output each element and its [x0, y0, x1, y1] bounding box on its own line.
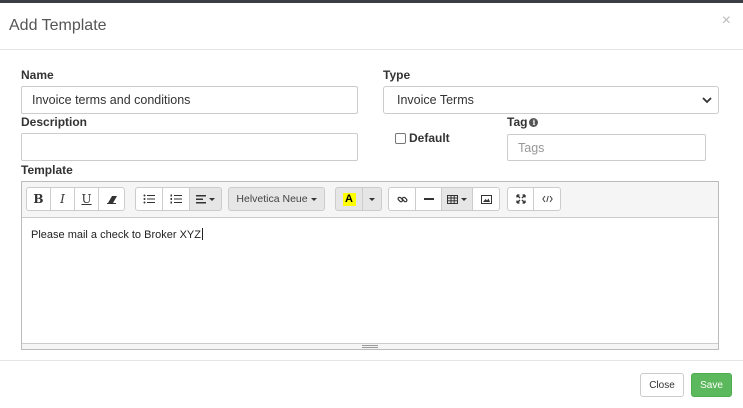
chevron-down-icon: [702, 97, 712, 104]
chevron-down-icon: [310, 197, 317, 201]
link-icon: [396, 196, 408, 202]
font-name-dropdown[interactable]: Helvetica Neue: [228, 187, 325, 211]
picture-icon: [480, 194, 492, 204]
tag-label-wrap: Tag i: [507, 115, 539, 129]
default-checkbox[interactable]: [395, 132, 406, 144]
info-icon: i: [529, 118, 539, 127]
template-editor: B I U Helvetica Neue A Please mail a che…: [21, 181, 719, 350]
type-label: Type: [383, 68, 411, 82]
close-icon[interactable]: ×: [722, 13, 731, 29]
description-label: Description: [21, 115, 88, 129]
editor-content-area[interactable]: Please mail a check to Broker XYZ: [22, 218, 718, 343]
highlight-color-icon: A: [342, 192, 356, 206]
tags-input[interactable]: Tags: [507, 134, 706, 161]
paragraph-align-icon: [196, 194, 206, 203]
link-button[interactable]: [388, 187, 416, 211]
chevron-down-icon: [369, 197, 375, 201]
description-input[interactable]: [21, 133, 358, 161]
grip-icon: [362, 345, 378, 349]
type-select[interactable]: Invoice Terms: [383, 86, 719, 114]
ordered-list-icon: [170, 194, 182, 204]
chevron-down-icon: [209, 197, 215, 201]
horizontal-rule-button[interactable]: [415, 187, 442, 211]
eraser-icon: [106, 196, 117, 204]
default-label: Default: [409, 131, 450, 145]
color-button-group: A: [335, 187, 382, 211]
editor-toolbar: B I U Helvetica Neue A: [22, 182, 718, 218]
ordered-list-button[interactable]: [162, 187, 190, 211]
name-input[interactable]: Invoice terms and conditions: [21, 86, 358, 114]
editor-resize-handle[interactable]: [22, 343, 718, 349]
code-view-icon: [541, 195, 553, 203]
picture-button[interactable]: [472, 187, 500, 211]
highlight-color-button[interactable]: A: [335, 187, 363, 211]
bold-button[interactable]: B: [26, 187, 51, 211]
text-cursor: [201, 228, 203, 240]
view-button-group: [507, 187, 561, 211]
editor-text: Please mail a check to Broker XYZ: [31, 229, 201, 241]
chevron-down-icon: [461, 197, 467, 201]
fullscreen-button[interactable]: [507, 187, 534, 211]
default-checkbox-wrap[interactable]: Default: [395, 131, 450, 145]
table-button[interactable]: [441, 187, 473, 211]
font-name-label: Helvetica Neue: [236, 193, 308, 205]
eraser-button[interactable]: [98, 187, 125, 211]
name-label: Name: [21, 68, 54, 82]
type-select-value: Invoice Terms: [397, 93, 474, 107]
unordered-list-button[interactable]: [135, 187, 163, 211]
table-icon: [447, 194, 458, 204]
horizontal-rule-icon: [423, 198, 434, 200]
style-button-group: B I U: [26, 187, 125, 211]
close-button[interactable]: Close: [640, 373, 684, 397]
paragraph-align-button[interactable]: [189, 187, 222, 211]
add-template-modal: Add Template × Name Invoice terms and co…: [0, 3, 743, 408]
font-group: Helvetica Neue: [228, 187, 325, 211]
list-button-group: [135, 187, 222, 211]
underline-button[interactable]: U: [74, 187, 99, 211]
fullscreen-icon: [515, 194, 526, 204]
unordered-list-icon: [143, 194, 155, 204]
footer-divider: [0, 360, 743, 361]
insert-button-group: [388, 187, 500, 211]
save-button[interactable]: Save: [691, 373, 732, 397]
tag-label: Tag: [507, 115, 528, 129]
modal-title: Add Template: [9, 17, 107, 34]
color-dropdown-button[interactable]: [362, 187, 382, 211]
italic-button[interactable]: I: [50, 187, 75, 211]
modal-header: Add Template ×: [0, 3, 743, 50]
code-view-button[interactable]: [533, 187, 561, 211]
template-label: Template: [21, 163, 73, 177]
